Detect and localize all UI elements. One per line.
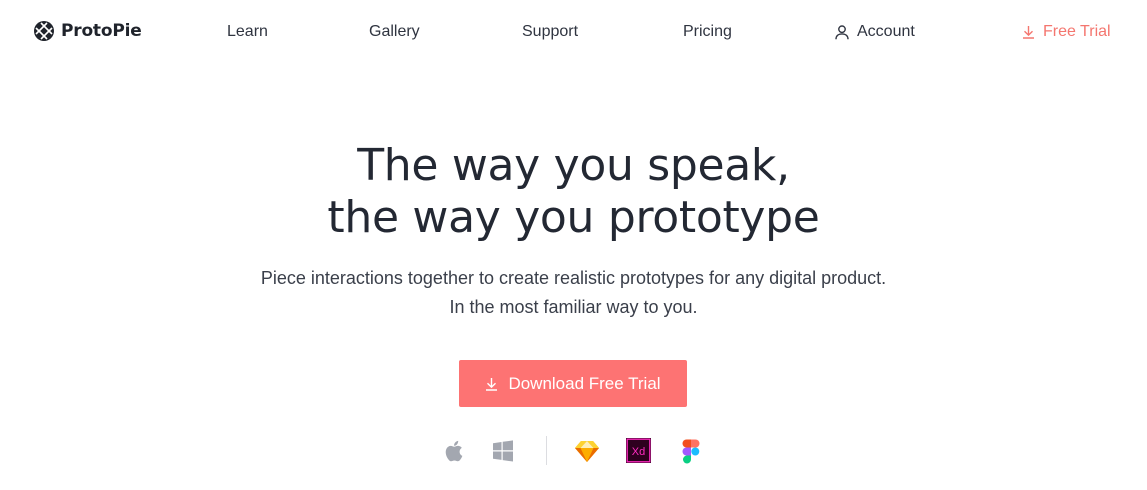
nav-account-label: Account xyxy=(857,23,915,40)
hero-subtitle-line-2: In the most familiar way to you. xyxy=(449,297,698,317)
supported-platforms: Xd xyxy=(440,436,710,466)
protopie-logo-icon xyxy=(34,21,54,41)
download-free-trial-button[interactable]: Download Free Trial xyxy=(459,360,687,407)
hero-title: The way you speak, the way you prototype xyxy=(0,140,1147,244)
windows-icon xyxy=(493,440,513,462)
nav-free-trial[interactable]: Free Trial xyxy=(1022,22,1111,42)
nav-learn[interactable]: Learn xyxy=(227,22,268,42)
hero-title-line-2: the way you prototype xyxy=(327,192,820,243)
nav-account[interactable]: Account xyxy=(835,22,915,42)
hero-subtitle-line-1: Piece interactions together to create re… xyxy=(260,268,887,288)
nav-support[interactable]: Support xyxy=(522,22,578,42)
figma-icon xyxy=(682,439,700,464)
nav-free-trial-label: Free Trial xyxy=(1043,23,1111,40)
download-icon xyxy=(486,377,498,391)
hero-title-line-1: The way you speak, xyxy=(357,140,790,191)
protopie-logo[interactable]: ProtoPie xyxy=(33,19,142,43)
apple-icon xyxy=(445,440,463,462)
site-header: ProtoPie Learn Gallery Support Pricing A… xyxy=(0,0,1147,64)
adobe-xd-icon: Xd xyxy=(626,438,651,463)
nav-gallery[interactable]: Gallery xyxy=(369,22,420,42)
adobe-xd-text: Xd xyxy=(632,446,645,458)
sketch-icon xyxy=(575,441,599,462)
user-icon xyxy=(835,24,849,39)
platform-divider xyxy=(546,436,547,465)
logo-text: ProtoPie xyxy=(61,21,142,41)
download-icon xyxy=(1023,26,1034,39)
download-free-trial-label: Download Free Trial xyxy=(508,373,661,393)
page: ProtoPie Learn Gallery Support Pricing A… xyxy=(0,0,1147,490)
hero-subtitle: Piece interactions together to create re… xyxy=(0,264,1147,322)
nav-pricing[interactable]: Pricing xyxy=(683,22,732,42)
